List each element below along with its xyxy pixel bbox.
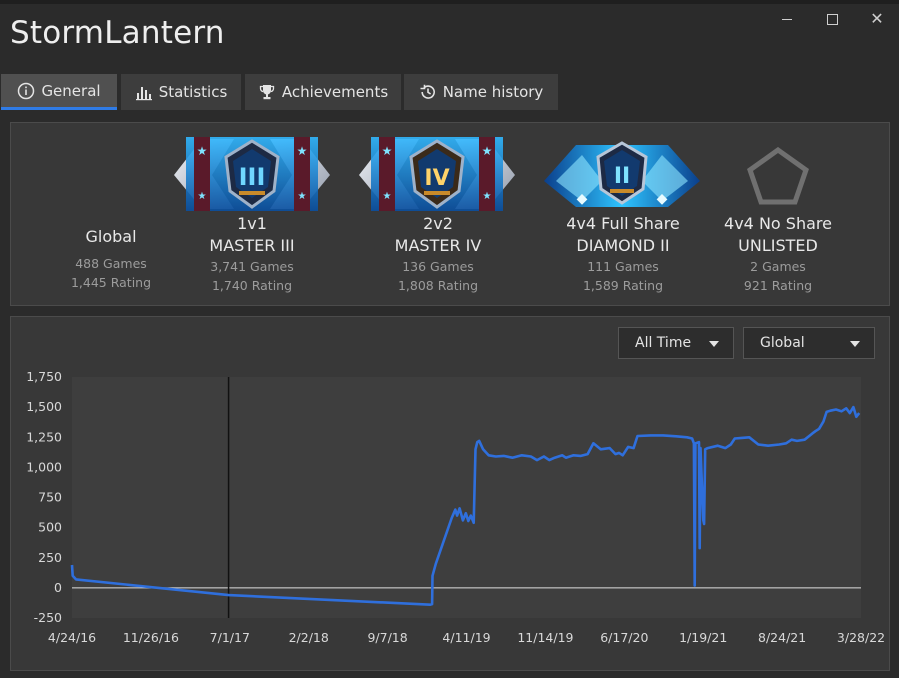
- x-tick-label: 3/28/22: [837, 630, 885, 645]
- x-tick-label: 11/14/19: [517, 630, 573, 645]
- plot-area: [72, 377, 861, 618]
- x-tick-label: 1/19/21: [679, 630, 727, 645]
- y-tick-label: 1,500: [26, 399, 62, 414]
- x-tick-label: 9/7/18: [367, 630, 407, 645]
- y-tick-label: 500: [38, 520, 62, 535]
- x-tick-label: 4/24/16: [48, 630, 96, 645]
- y-tick-label: 1,000: [26, 459, 62, 474]
- x-tick-label: 4/11/19: [442, 630, 490, 645]
- x-tick-label: 8/24/21: [758, 630, 806, 645]
- y-tick-label: 1,250: [26, 429, 62, 444]
- y-tick-label: 1,750: [26, 369, 62, 384]
- y-tick-label: 0: [54, 580, 62, 595]
- x-tick-label: 7/1/17: [210, 630, 250, 645]
- rating-history-chart: 1,750 1,500 1,250 1,000 750 500 250 0 -250 4/24/1…: [26, 369, 885, 645]
- x-tick-label: 2/2/18: [289, 630, 329, 645]
- x-tick-label: 11/26/16: [123, 630, 179, 645]
- y-tick-label: 250: [38, 550, 62, 565]
- x-tick-label: 6/17/20: [600, 630, 648, 645]
- y-tick-label: -250: [34, 610, 62, 625]
- y-tick-label: 750: [38, 490, 62, 505]
